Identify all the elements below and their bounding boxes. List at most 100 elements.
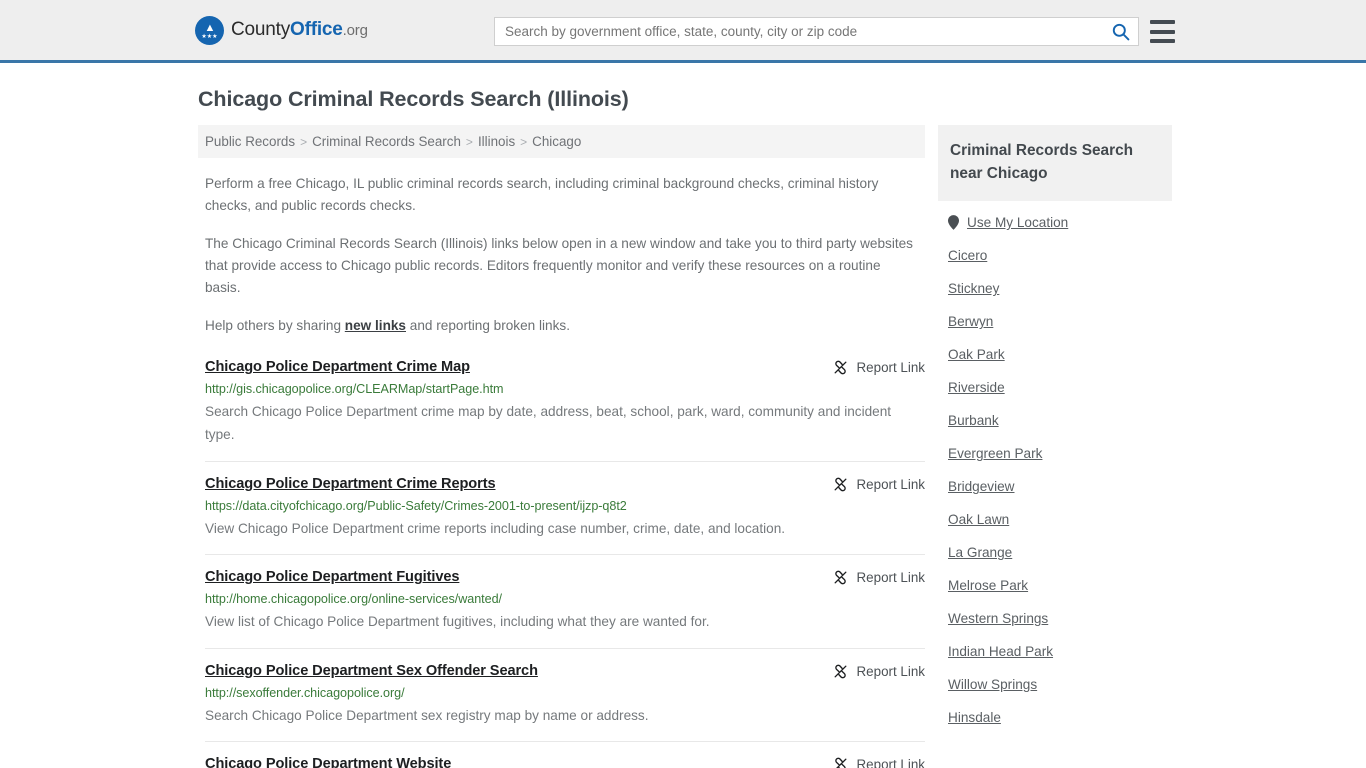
sidebar-place-link[interactable]: Oak Park bbox=[948, 347, 1005, 362]
resource-title-link[interactable]: Chicago Police Department Fugitives bbox=[205, 569, 459, 585]
sidebar-place-link[interactable]: Riverside bbox=[948, 380, 1005, 395]
resource-title-link[interactable]: Chicago Police Department Sex Offender S… bbox=[205, 663, 538, 679]
report-link-label: Report Link bbox=[856, 476, 925, 492]
sidebar-place-link[interactable]: Oak Lawn bbox=[948, 512, 1009, 527]
breadcrumb-item-criminal-records-search[interactable]: Criminal Records Search bbox=[312, 134, 461, 149]
sidebar-item-cicero[interactable]: Cicero bbox=[948, 248, 1172, 263]
resource-title-link[interactable]: Chicago Police Department Crime Map bbox=[205, 359, 470, 375]
resource-url[interactable]: http://sexoffender.chicagopolice.org/ bbox=[205, 686, 925, 700]
sidebar-item-melrose-park[interactable]: Melrose Park bbox=[948, 578, 1172, 593]
report-link-label: Report Link bbox=[856, 570, 925, 586]
sidebar-item-evergreen-park[interactable]: Evergreen Park bbox=[948, 446, 1172, 461]
broken-link-icon bbox=[834, 360, 847, 375]
page-title: Chicago Criminal Records Search (Illinoi… bbox=[198, 87, 629, 111]
site-header: ▲ ★★★ CountyOffice.org bbox=[0, 0, 1366, 63]
list-item: Chicago Police Department Website Report… bbox=[205, 742, 925, 768]
main-content: Public Records > Criminal Records Search… bbox=[198, 125, 925, 768]
sidebar-place-link[interactable]: Willow Springs bbox=[948, 677, 1037, 692]
resource-description: Search Chicago Police Department crime m… bbox=[205, 404, 892, 443]
report-link-button[interactable]: Report Link bbox=[832, 476, 925, 493]
report-link-button[interactable]: Report Link bbox=[832, 359, 925, 376]
hamburger-menu-icon-bar-3 bbox=[1150, 39, 1175, 43]
sidebar-place-link[interactable]: La Grange bbox=[948, 545, 1012, 560]
search-button[interactable] bbox=[1102, 18, 1138, 45]
map-pin-icon bbox=[948, 215, 959, 231]
sidebar-place-link[interactable]: Evergreen Park bbox=[948, 446, 1042, 461]
report-link-label: Report Link bbox=[856, 360, 925, 376]
sidebar-item-indian-head-park[interactable]: Indian Head Park bbox=[948, 644, 1172, 659]
site-logo[interactable]: ▲ ★★★ CountyOffice.org bbox=[195, 15, 368, 45]
resource-url[interactable]: http://gis.chicagopolice.org/CLEARMap/st… bbox=[205, 382, 925, 396]
sidebar-place-link[interactable]: Stickney bbox=[948, 281, 999, 296]
entry-header: Chicago Police Department Crime Map Repo… bbox=[205, 359, 925, 376]
sidebar-item-bridgeview[interactable]: Bridgeview bbox=[948, 479, 1172, 494]
sidebar-place-link[interactable]: Hinsdale bbox=[948, 710, 1001, 725]
list-item: Chicago Police Department Sex Offender S… bbox=[205, 649, 925, 742]
search-input[interactable] bbox=[495, 18, 1102, 45]
sidebar-heading: Criminal Records Search near Chicago bbox=[938, 125, 1172, 202]
sidebar-item-burbank[interactable]: Burbank bbox=[948, 413, 1172, 428]
sidebar-item-riverside[interactable]: Riverside bbox=[948, 380, 1172, 395]
sidebar-item-la-grange[interactable]: La Grange bbox=[948, 545, 1172, 560]
sidebar-place-link[interactable]: Melrose Park bbox=[948, 578, 1028, 593]
sidebar-place-link[interactable]: Cicero bbox=[948, 248, 987, 263]
resource-link-list: Chicago Police Department Crime Map Repo… bbox=[198, 359, 925, 768]
sidebar-item-use-my-location[interactable]: Use My Location bbox=[948, 215, 1172, 230]
brand-wordmark: CountyOffice.org bbox=[231, 19, 368, 41]
broken-link-icon bbox=[834, 477, 847, 492]
report-link-label: Report Link bbox=[856, 756, 925, 768]
search-icon bbox=[1112, 23, 1129, 41]
resource-url[interactable]: http://home.chicagopolice.org/online-ser… bbox=[205, 592, 925, 606]
intro-p3-before: Help others by sharing bbox=[205, 318, 345, 334]
hamburger-menu-icon-bar-2 bbox=[1150, 29, 1175, 34]
broken-link-icon bbox=[834, 757, 847, 768]
use-my-location-link[interactable]: Use My Location bbox=[967, 215, 1068, 230]
sidebar-place-link[interactable]: Western Springs bbox=[948, 611, 1048, 626]
sidebar-place-link[interactable]: Indian Head Park bbox=[948, 644, 1053, 659]
breadcrumb-separator: > bbox=[300, 134, 308, 149]
brand-part-office: Office bbox=[290, 19, 343, 40]
report-link-label: Report Link bbox=[856, 663, 925, 679]
broken-link-icon bbox=[834, 664, 847, 678]
new-links-link[interactable]: new links bbox=[345, 318, 406, 333]
breadcrumb-separator: > bbox=[465, 134, 473, 149]
resource-description: View list of Chicago Police Department f… bbox=[205, 614, 710, 630]
resource-title-link[interactable]: Chicago Police Department Crime Reports bbox=[205, 476, 496, 492]
breadcrumb-separator: > bbox=[520, 134, 528, 149]
sidebar-item-western-springs[interactable]: Western Springs bbox=[948, 611, 1172, 626]
breadcrumb-item-public-records[interactable]: Public Records bbox=[205, 134, 295, 149]
list-item: Chicago Police Department Fugitives Repo… bbox=[205, 555, 925, 649]
hamburger-menu-icon-bar-1 bbox=[1150, 20, 1175, 24]
report-link-button[interactable]: Report Link bbox=[832, 569, 925, 586]
broken-link-icon bbox=[834, 570, 847, 585]
breadcrumb-item-illinois[interactable]: Illinois bbox=[478, 134, 515, 149]
sidebar-place-link[interactable]: Burbank bbox=[948, 413, 999, 428]
sidebar-item-oak-lawn[interactable]: Oak Lawn bbox=[948, 512, 1172, 527]
eagle-seal-icon: ▲ ★★★ bbox=[195, 15, 224, 45]
nearby-sidebar: Criminal Records Search near Chicago Use… bbox=[938, 125, 1172, 743]
report-link-button[interactable]: Report Link bbox=[832, 756, 925, 768]
hamburger-menu-button[interactable] bbox=[1150, 20, 1175, 43]
brand-part-tld: .org bbox=[342, 22, 368, 39]
sidebar-place-list: Use My Location Cicero Stickney Berwyn O… bbox=[938, 201, 1172, 725]
sidebar-item-willow-springs[interactable]: Willow Springs bbox=[948, 677, 1172, 692]
resource-description: Search Chicago Police Department sex reg… bbox=[205, 707, 649, 723]
resource-description: View Chicago Police Department crime rep… bbox=[205, 520, 786, 536]
resource-title-link[interactable]: Chicago Police Department Website bbox=[205, 756, 451, 768]
sidebar-item-hinsdale[interactable]: Hinsdale bbox=[948, 710, 1172, 725]
sidebar-place-link[interactable]: Berwyn bbox=[948, 314, 993, 329]
report-link-button[interactable]: Report Link bbox=[832, 663, 925, 680]
resource-url[interactable]: https://data.cityofchicago.org/Public-Sa… bbox=[205, 499, 925, 513]
intro-text: Perform a free Chicago, IL public crimin… bbox=[198, 173, 925, 337]
sidebar-place-link[interactable]: Bridgeview bbox=[948, 479, 1015, 494]
breadcrumb-item-chicago[interactable]: Chicago bbox=[532, 134, 581, 149]
intro-paragraph-2: The Chicago Criminal Records Search (Ill… bbox=[205, 236, 913, 296]
sidebar-item-berwyn[interactable]: Berwyn bbox=[948, 314, 1172, 329]
sidebar-item-oak-park[interactable]: Oak Park bbox=[948, 347, 1172, 362]
entry-header: Chicago Police Department Sex Offender S… bbox=[205, 663, 925, 680]
brand-part-county: County bbox=[231, 19, 291, 40]
list-item: Chicago Police Department Crime Map Repo… bbox=[205, 359, 925, 462]
sidebar-item-stickney[interactable]: Stickney bbox=[948, 281, 1172, 296]
intro-paragraph-3: Help others by sharing new links and rep… bbox=[205, 315, 917, 337]
list-item: Chicago Police Department Crime Reports … bbox=[205, 462, 925, 556]
